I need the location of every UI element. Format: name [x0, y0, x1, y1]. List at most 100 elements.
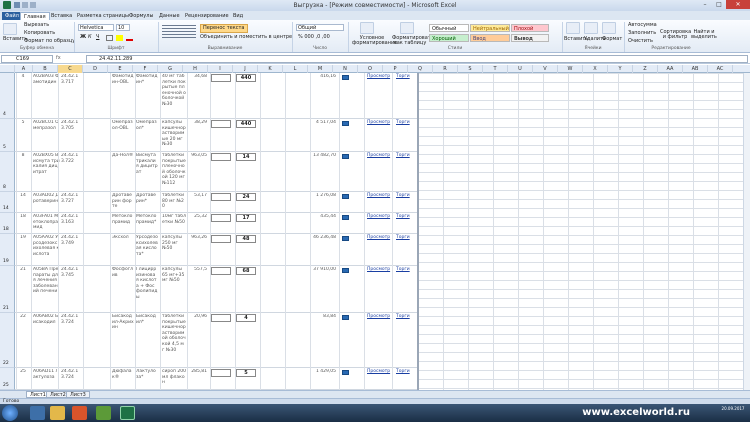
- column-header-e[interactable]: E: [108, 65, 133, 73]
- input-field[interactable]: [211, 153, 231, 161]
- bids-link[interactable]: Торги: [396, 314, 410, 320]
- column-header-u[interactable]: U: [508, 65, 533, 73]
- quantity-input[interactable]: 24: [236, 193, 256, 201]
- cell-c[interactable]: 24.42.13.724: [61, 314, 79, 367]
- cell-a[interactable]: 18: [16, 214, 30, 233]
- edit-icon[interactable]: [342, 121, 349, 126]
- excel-taskbar-icon[interactable]: [120, 406, 135, 420]
- cell-h[interactable]: 34,68: [190, 74, 207, 118]
- row-number[interactable]: 25: [0, 368, 15, 390]
- cell-e[interactable]: Эксхол: [112, 235, 134, 265]
- view-link[interactable]: Просмотр: [367, 153, 390, 159]
- number-format-select[interactable]: Общий: [296, 24, 344, 31]
- font-size-select[interactable]: 10: [116, 24, 130, 31]
- cell-a[interactable]: 25: [16, 369, 30, 389]
- fill-color-icon[interactable]: [116, 35, 123, 41]
- row-number[interactable]: 8: [0, 152, 15, 192]
- cell-b[interactable]: A02BX05 Висмута трикалия дицитрат: [33, 153, 60, 191]
- bids-link[interactable]: Торги: [396, 214, 410, 220]
- cell-h[interactable]: 963,05: [190, 153, 207, 191]
- view-link[interactable]: Просмотр: [367, 74, 390, 80]
- row-number[interactable]: 4: [0, 73, 15, 119]
- font-name-select[interactable]: Helvetica: [78, 24, 114, 31]
- cell-c[interactable]: 24.42.13.727: [61, 193, 79, 212]
- ie-icon[interactable]: [30, 406, 45, 420]
- merge-center-button[interactable]: Объединить и поместить в центре: [200, 34, 292, 41]
- row-number[interactable]: 19: [0, 234, 15, 266]
- cell-g[interactable]: таблетки покрытые кишечнорастворимой обо…: [162, 314, 186, 367]
- cell-c[interactable]: 24.42.13.717: [61, 74, 79, 118]
- format-table-icon[interactable]: [400, 22, 414, 34]
- cell-c[interactable]: 24.42.13.749: [61, 235, 79, 265]
- style-input[interactable]: Ввод: [470, 34, 510, 42]
- cell-f[interactable]: Урсодезоксихолевая кислота*: [136, 235, 158, 265]
- formula-input[interactable]: 24.42.11.289: [86, 55, 748, 63]
- edit-icon[interactable]: [342, 75, 349, 80]
- fx-icon[interactable]: fx: [56, 55, 86, 63]
- column-header-b[interactable]: B: [33, 65, 58, 73]
- name-box[interactable]: C169: [1, 55, 53, 63]
- cell-a[interactable]: 14: [16, 193, 30, 212]
- cell-b[interactable]: A05BA Препараты для лечения заболеваний …: [33, 267, 60, 312]
- cell-c[interactable]: 24.42.13.705: [61, 120, 79, 151]
- tab-data[interactable]: Данные: [156, 12, 183, 20]
- column-header-x[interactable]: X: [583, 65, 608, 73]
- delete-cells-icon[interactable]: [584, 22, 598, 34]
- input-field[interactable]: [211, 120, 231, 128]
- format-cells-button[interactable]: Формат: [602, 36, 622, 43]
- cell-e[interactable]: Фосфоглив: [112, 267, 134, 312]
- cell-e[interactable]: Дротаверин форте: [112, 193, 134, 212]
- quantity-input[interactable]: 48: [236, 235, 256, 243]
- column-header-o[interactable]: O: [358, 65, 383, 73]
- tab-review[interactable]: Рецензирование: [182, 12, 232, 20]
- format-table-button[interactable]: Форматировать как таблицу: [392, 36, 434, 46]
- bids-link[interactable]: Торги: [396, 369, 410, 375]
- cell-g[interactable]: капсулы 250 мг №50: [162, 235, 186, 265]
- column-header-z[interactable]: Z: [633, 65, 658, 73]
- cell-h[interactable]: 20,96: [190, 314, 207, 367]
- column-header-s[interactable]: S: [458, 65, 483, 73]
- copy-button[interactable]: Копировать: [24, 30, 55, 37]
- cell-e[interactable]: Да-Нол®: [112, 153, 134, 191]
- maximize-button[interactable]: □: [712, 0, 726, 9]
- view-link[interactable]: Просмотр: [367, 214, 390, 220]
- bids-link[interactable]: Торги: [396, 74, 410, 80]
- column-header-k[interactable]: K: [258, 65, 283, 73]
- format-painter-button[interactable]: Формат по образцу: [24, 38, 75, 45]
- style-normal[interactable]: Обычный: [429, 24, 469, 32]
- font-color-icon[interactable]: [126, 35, 133, 41]
- row-number[interactable]: 5: [0, 119, 15, 152]
- start-button[interactable]: [2, 405, 18, 421]
- edit-icon[interactable]: [342, 154, 349, 159]
- cell-g[interactable]: 40 мг таблетки покрытые пленочной оболоч…: [162, 74, 186, 118]
- column-header-d[interactable]: D: [83, 65, 108, 73]
- cell-h[interactable]: 53,17: [190, 193, 207, 212]
- view-link[interactable]: Просмотр: [367, 267, 390, 273]
- column-header-ac[interactable]: AC: [708, 65, 733, 73]
- quantity-input[interactable]: 4: [236, 314, 256, 322]
- cell-h[interactable]: 557,5: [190, 267, 207, 312]
- cell-a[interactable]: 21: [16, 267, 30, 312]
- bids-link[interactable]: Торги: [396, 120, 410, 126]
- save-icon[interactable]: [14, 2, 20, 8]
- bids-link[interactable]: Торги: [396, 267, 410, 273]
- input-field[interactable]: [211, 235, 231, 243]
- bids-link[interactable]: Торги: [396, 235, 410, 241]
- cell-e[interactable]: Омепразол-OBL: [112, 120, 134, 151]
- cell-b[interactable]: A02BA03 Фамотидин: [33, 74, 60, 118]
- cell-c[interactable]: 24.42.13.724: [61, 369, 79, 389]
- media-icon[interactable]: [96, 406, 111, 420]
- cell-h[interactable]: 963,26: [190, 235, 207, 265]
- wrap-text-button[interactable]: Перенос текста: [200, 24, 248, 33]
- cell-g[interactable]: сироп 200 мл флакон: [162, 369, 186, 389]
- cell-b[interactable]: A03FA01 Метоклопрамид: [33, 214, 60, 233]
- cond-format-icon[interactable]: [360, 22, 374, 34]
- cell-e[interactable]: Метоклопрамид: [112, 214, 134, 233]
- column-header-f[interactable]: F: [133, 65, 158, 73]
- input-field[interactable]: [211, 214, 231, 222]
- cell-a[interactable]: 22: [16, 314, 30, 367]
- input-field[interactable]: [211, 267, 231, 275]
- cell-g[interactable]: 10мг таблетки №50: [162, 214, 186, 233]
- column-header-l[interactable]: L: [283, 65, 308, 73]
- cell-e[interactable]: Дюфалак®: [112, 369, 134, 389]
